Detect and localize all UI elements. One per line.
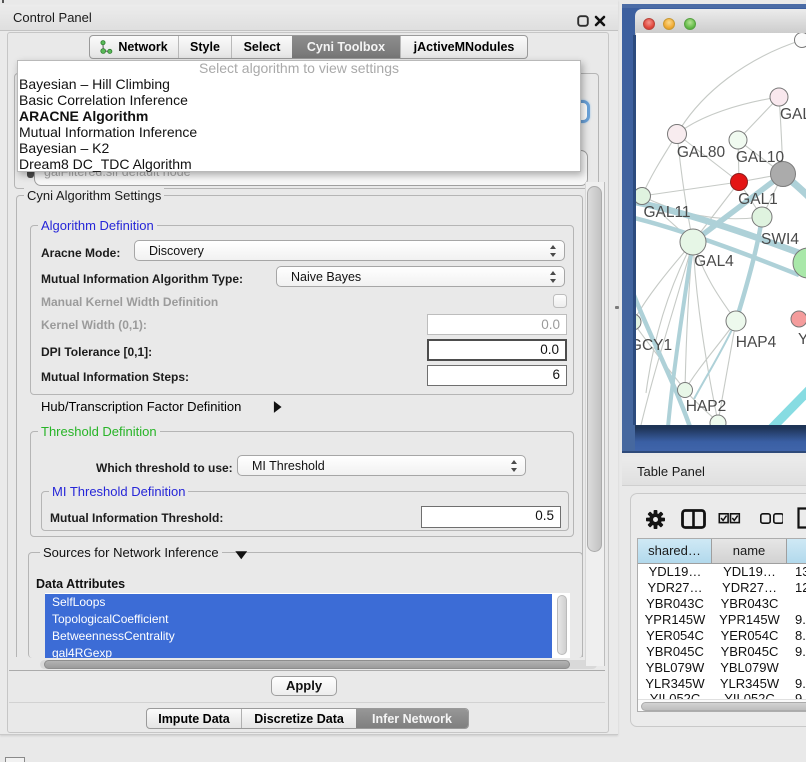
svg-text:GAL1: GAL1 [738,191,778,208]
svg-text:GAL4: GAL4 [694,253,734,270]
svg-text:GAL10: GAL10 [736,149,785,166]
svg-text:HAP4: HAP4 [736,334,777,351]
svg-text:HAP2: HAP2 [686,398,727,415]
svg-text:GAL11: GAL11 [643,204,690,221]
svg-text:Y: Y [798,331,806,348]
svg-text:SWI4: SWI4 [761,231,799,248]
svg-text:GAL: GAL [780,106,806,123]
svg-text:GCY1: GCY1 [636,337,672,354]
svg-text:GAL80: GAL80 [677,144,726,161]
